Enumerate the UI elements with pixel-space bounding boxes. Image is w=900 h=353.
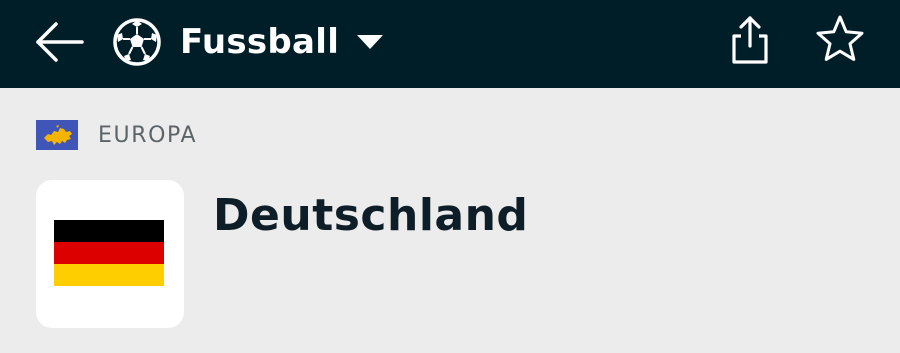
arrow-left-icon bbox=[36, 22, 84, 62]
sport-selector[interactable]: Fussball bbox=[112, 12, 384, 72]
share-button[interactable] bbox=[722, 12, 778, 68]
flag-stripe-black bbox=[54, 220, 164, 242]
flag-stripe-gold bbox=[54, 264, 164, 286]
country-logo bbox=[36, 180, 184, 328]
flag-stripe-red bbox=[54, 242, 164, 264]
germany-flag-icon bbox=[54, 220, 164, 286]
favorite-button[interactable] bbox=[812, 12, 868, 68]
page-title: Deutschland bbox=[213, 190, 529, 241]
region-breadcrumb[interactable]: EUROPA bbox=[36, 118, 197, 152]
share-icon bbox=[732, 16, 768, 64]
region-label: EUROPA bbox=[98, 122, 198, 148]
star-outline-icon bbox=[816, 15, 864, 61]
caret-down-icon bbox=[357, 35, 384, 49]
sport-label: Fussball bbox=[180, 22, 340, 62]
back-button[interactable] bbox=[30, 14, 90, 70]
europe-flag-icon bbox=[36, 120, 78, 150]
top-app-bar: Fussball bbox=[0, 0, 900, 88]
soccer-ball-icon bbox=[113, 18, 161, 66]
